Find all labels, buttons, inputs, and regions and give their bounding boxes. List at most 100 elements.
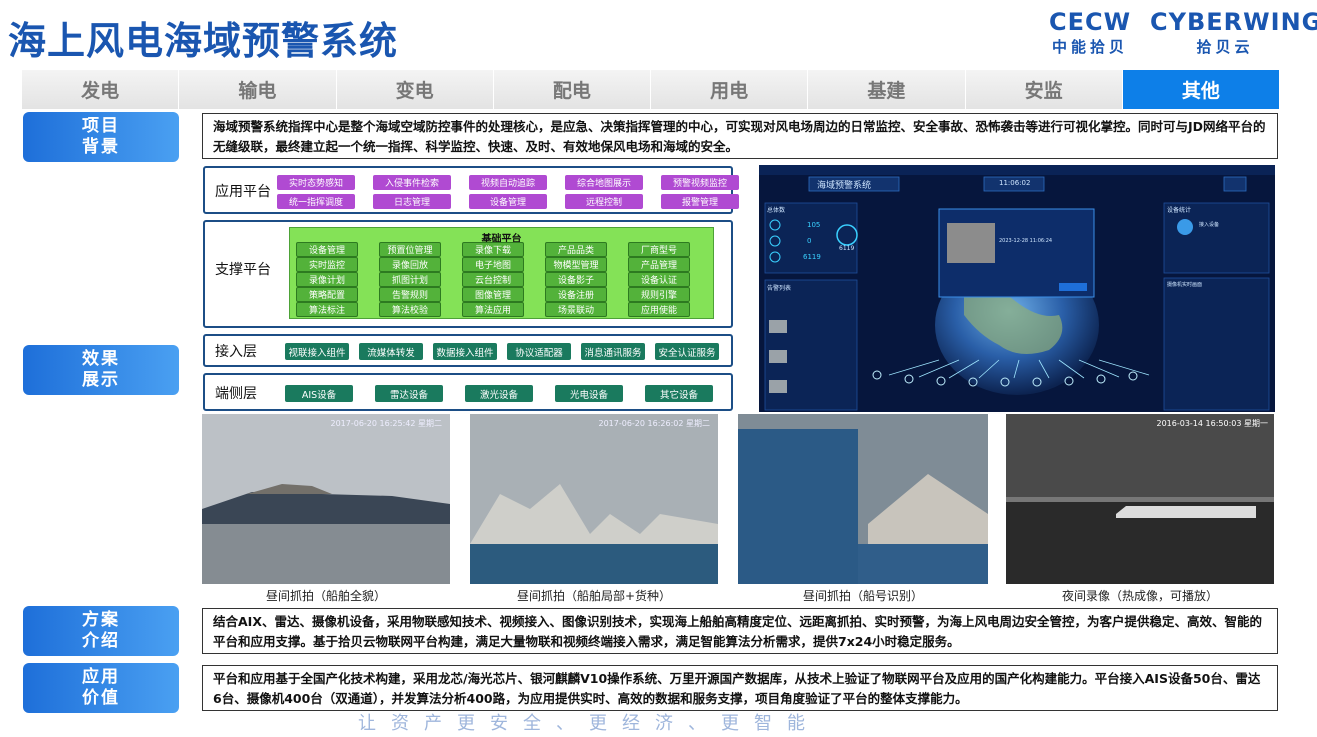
- support-item-24: 应用使能: [628, 302, 690, 317]
- app-item-2: 视频自动追踪: [469, 175, 547, 190]
- dashboard-stat-3: 6119: [803, 253, 821, 261]
- value-label-text: 应用价值: [82, 667, 120, 708]
- edge-item-1: 雷达设备: [375, 385, 443, 402]
- section-label-effect: 效果展示: [23, 345, 179, 395]
- edge-layer: 端侧层 AIS设备 雷达设备 激光设备 光电设备 其它设备: [203, 373, 733, 411]
- cyberwing-logo: CYBERWING 拾贝云: [1150, 8, 1317, 57]
- access-item-0: 视联接入组件: [285, 343, 349, 360]
- support-item-18: 设备注册: [545, 287, 607, 302]
- support-item-17: 图像管理: [462, 287, 524, 302]
- support-item-0: 设备管理: [296, 242, 358, 257]
- solution-label-text: 方案介绍: [82, 610, 120, 651]
- tab-transmission[interactable]: 输电: [179, 70, 337, 109]
- photo-ship-partial: 2017-06-20 16:26:02 星期二: [470, 414, 718, 584]
- support-item-10: 录像计划: [296, 272, 358, 287]
- tab-generation[interactable]: 发电: [22, 70, 180, 109]
- app-item-8: 远程控制: [565, 194, 643, 209]
- cecw-logo-text: CECW: [1048, 8, 1132, 36]
- access-item-4: 消息通讯服务: [581, 343, 645, 360]
- access-layer: 接入层 视联接入组件 流媒体转发 数据接入组件 协议适配器 消息通讯服务 安全认证服务: [203, 334, 733, 367]
- edge-layer-label: 端侧层: [215, 386, 257, 402]
- access-layer-label: 接入层: [215, 344, 257, 360]
- caption-ship-partial: 昼间抓拍（船舶局部+货种）: [516, 589, 672, 603]
- support-item-5: 实时监控: [296, 257, 358, 272]
- support-layer: 支撑平台 基础平台 设备管理 预置位管理 录像下载 产品品类 厂商型号 实时监控 录像回放电…: [203, 220, 733, 328]
- support-item-6: 录像回放: [379, 257, 441, 272]
- support-layer-label: 支撑平台: [215, 262, 271, 278]
- support-item-4: 厂商型号: [628, 242, 690, 257]
- support-item-11: 抓图计划: [379, 272, 441, 287]
- support-item-22: 算法应用: [462, 302, 524, 317]
- edge-item-0: AIS设备: [285, 385, 353, 402]
- support-item-12: 云台控制: [462, 272, 524, 287]
- dashboard-stat-1: 105: [807, 221, 821, 229]
- support-item-8: 物模型管理: [545, 257, 607, 272]
- support-item-15: 策略配置: [296, 287, 358, 302]
- support-item-9: 产品管理: [628, 257, 690, 272]
- solution-text: 结合AIX、雷达、摄像机设备，采用物联感知技术、视频接入、图像识别技术，实现海上…: [202, 608, 1278, 654]
- tab-other[interactable]: 其他: [1122, 70, 1280, 109]
- support-item-23: 场景联动: [545, 302, 607, 317]
- cyberwing-logo-text: CYBERWING: [1150, 8, 1317, 36]
- access-item-2: 数据接入组件: [433, 343, 497, 360]
- app-item-3: 综合地图展示: [565, 175, 643, 190]
- app-item-6: 日志管理: [373, 194, 451, 209]
- category-tabs: 发电 输电 变电 配电 用电 基建 安监 其他: [22, 70, 1280, 109]
- dashboard-stat-2: 0: [807, 237, 812, 245]
- photo-ship-full-stamp: 2017-06-20 16:25:42 星期二: [330, 419, 442, 428]
- dashboard-graphic: [759, 165, 1275, 412]
- photo-ship-full: 2017-06-20 16:25:42 星期二: [202, 414, 450, 584]
- app-layer: 应用平台 实时态势感知 入侵事件检索 视频自动追踪 综合地图展示 预警视频监控 统一指挥调…: [203, 166, 739, 214]
- photo-ship-number: [738, 414, 988, 584]
- app-item-4: 预警视频监控: [661, 175, 739, 190]
- edge-item-2: 激光设备: [465, 385, 533, 402]
- caption-night-thermal: 夜间录像（热成像，可播放）: [1061, 589, 1218, 603]
- support-item-16: 告警规则: [379, 287, 441, 302]
- cecw-logo: CECW 中能拾贝: [1035, 8, 1145, 57]
- dashboard-list-title: 告警列表: [767, 285, 792, 292]
- support-item-2: 录像下载: [462, 242, 524, 257]
- support-item-7: 电子地图: [462, 257, 524, 272]
- support-item-3: 产品品类: [545, 242, 607, 257]
- support-item-21: 算法校验: [379, 302, 441, 317]
- dashboard-stat-label: 总体数: [767, 207, 786, 214]
- support-item-1: 预置位管理: [379, 242, 441, 257]
- tab-substation[interactable]: 变电: [336, 70, 494, 109]
- access-item-1: 流媒体转发: [359, 343, 423, 360]
- app-layer-label: 应用平台: [215, 184, 271, 200]
- effect-label-text: 效果展示: [82, 349, 120, 390]
- app-item-9: 报警管理: [661, 194, 739, 209]
- caption-ship-number: 昼间抓拍（船号识别）: [802, 589, 923, 603]
- app-item-1: 入侵事件检索: [373, 175, 451, 190]
- photo-night-thermal: 2016-03-14 16:50:03 星期一: [1006, 414, 1274, 584]
- background-label-text: 项目背景: [82, 116, 120, 157]
- photo-night-stamp: 2016-03-14 16:50:03 星期一: [1156, 419, 1268, 428]
- support-item-20: 算法标注: [296, 302, 358, 317]
- slogan: 让资产更安全、更经济、更智能: [358, 713, 820, 734]
- photo-ship-number-image: [738, 414, 988, 584]
- photo-ship-partial-image: [470, 414, 718, 584]
- background-text: 海域预警系统指挥中心是整个海域空域防控事件的处理核心，是应急、决策指挥管理的中心…: [202, 113, 1278, 159]
- base-platform-panel: 基础平台 设备管理 预置位管理 录像下载 产品品类 厂商型号 实时监控 录像回放 电子地图 物模…: [289, 227, 714, 319]
- tab-construction[interactable]: 基建: [808, 70, 966, 109]
- caption-ship-full: 昼间抓拍（船舶全貌）: [265, 589, 386, 603]
- dashboard-screenshot: 海域预警系统 11:06:02 总体数 105 0 6119 6119 告警列表…: [759, 165, 1275, 412]
- cyberwing-logo-cn: 拾贝云: [1196, 38, 1254, 56]
- page-title: 海上风电海域预警系统: [8, 19, 399, 63]
- tab-distribution[interactable]: 配电: [493, 70, 651, 109]
- support-item-19: 规则引擎: [628, 287, 690, 302]
- tab-consumption[interactable]: 用电: [651, 70, 809, 109]
- access-item-5: 安全认证服务: [655, 343, 719, 360]
- section-label-solution: 方案介绍: [23, 606, 179, 656]
- dashboard-right-panel: 摄像机实时画面: [1167, 282, 1203, 288]
- tab-safety[interactable]: 安监: [965, 70, 1123, 109]
- section-label-background: 项目背景: [23, 112, 179, 162]
- support-item-14: 设备认证: [628, 272, 690, 287]
- cecw-logo-cn: 中能拾贝: [1051, 38, 1128, 56]
- photo-ship-full-image: [202, 414, 450, 584]
- app-item-7: 设备管理: [469, 194, 547, 209]
- photo-ship-partial-stamp: 2017-06-20 16:26:02 星期二: [598, 419, 710, 428]
- support-item-13: 设备影子: [545, 272, 607, 287]
- edge-item-3: 光电设备: [555, 385, 623, 402]
- edge-item-4: 其它设备: [645, 385, 713, 402]
